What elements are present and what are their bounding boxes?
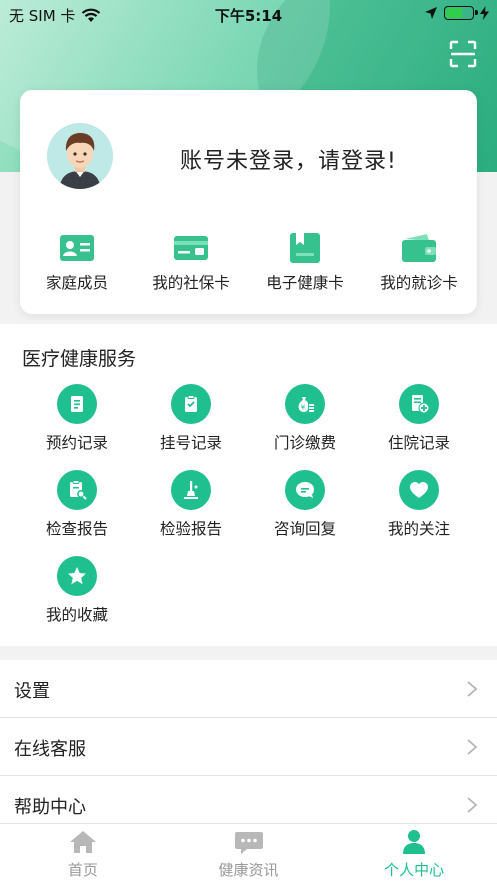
tab-label: 首页 bbox=[67, 861, 98, 879]
battery-icon bbox=[444, 6, 478, 20]
chevron-right-icon bbox=[467, 797, 478, 813]
service-label: 住院记录 bbox=[387, 434, 450, 452]
quick-link-social-security[interactable]: 我的社保卡 bbox=[134, 233, 248, 293]
scan-icon bbox=[449, 40, 477, 68]
chat-bubble-icon bbox=[285, 470, 325, 510]
tab-personal-center[interactable]: 个人中心 bbox=[331, 824, 497, 883]
service-label: 我的关注 bbox=[387, 520, 450, 538]
login-prompt[interactable]: 账号未登录，请登录! bbox=[180, 143, 397, 175]
menu-item-settings[interactable]: 设置 bbox=[0, 660, 497, 718]
svg-text:¥: ¥ bbox=[301, 404, 306, 412]
tab-bar: 首页 健康资讯 个人中心 bbox=[0, 823, 497, 883]
menu-item-online-service[interactable]: 在线客服 bbox=[0, 718, 497, 776]
social-security-card-icon bbox=[173, 233, 209, 263]
person-icon bbox=[399, 829, 429, 855]
section-title: 医疗健康服务 bbox=[22, 348, 137, 370]
location-arrow-icon bbox=[425, 7, 437, 19]
service-outpatient-payment[interactable]: ¥ 门诊缴费 bbox=[248, 384, 362, 453]
scan-button[interactable] bbox=[449, 40, 477, 68]
family-card-icon bbox=[59, 233, 95, 263]
quick-link-label: 我的就诊卡 bbox=[380, 274, 458, 292]
service-label: 我的收藏 bbox=[45, 606, 108, 624]
tab-label: 健康资讯 bbox=[218, 861, 279, 879]
avatar[interactable] bbox=[47, 123, 113, 189]
service-label: 咨询回复 bbox=[273, 520, 336, 538]
clipboard-check-icon bbox=[171, 384, 211, 424]
charging-bolt-icon bbox=[480, 6, 489, 20]
status-time: 下午5:14 bbox=[214, 7, 283, 25]
health-card-icon bbox=[287, 233, 323, 263]
profile-card: 账号未登录，请登录! 家庭成员 我的社保卡 电子健康卡 我的就诊卡 bbox=[20, 90, 477, 314]
quick-link-label: 电子健康卡 bbox=[266, 274, 344, 292]
status-right bbox=[424, 6, 489, 20]
service-label: 检验报告 bbox=[159, 520, 222, 538]
menu-item-label: 在线客服 bbox=[14, 739, 86, 760]
tab-label: 个人中心 bbox=[384, 861, 445, 879]
service-lab-reports[interactable]: 检验报告 bbox=[134, 470, 248, 539]
star-icon bbox=[57, 556, 97, 596]
service-label: 挂号记录 bbox=[159, 434, 222, 452]
service-label: 检查报告 bbox=[45, 520, 108, 538]
quick-link-health-card[interactable]: 电子健康卡 bbox=[248, 233, 362, 293]
quick-link-label: 我的社保卡 bbox=[152, 274, 230, 292]
user-avatar-icon bbox=[47, 123, 113, 189]
service-hospitalization-records[interactable]: 住院记录 bbox=[362, 384, 476, 453]
lab-flask-icon bbox=[171, 470, 211, 510]
service-consultation-replies[interactable]: 咨询回复 bbox=[248, 470, 362, 539]
visit-card-icon bbox=[401, 233, 437, 263]
menu-item-label: 设置 bbox=[14, 681, 50, 702]
chevron-right-icon bbox=[467, 681, 478, 697]
service-my-favorites[interactable]: 我的收藏 bbox=[20, 556, 134, 625]
settings-menu: 设置 在线客服 帮助中心 bbox=[0, 660, 497, 834]
service-my-follows[interactable]: 我的关注 bbox=[362, 470, 476, 539]
heart-icon bbox=[399, 470, 439, 510]
news-chat-icon bbox=[234, 829, 264, 855]
status-bar: 无 SIM 卡 下午5:14 bbox=[0, 0, 497, 30]
hospital-record-icon bbox=[399, 384, 439, 424]
home-icon bbox=[68, 829, 98, 855]
inspection-report-icon bbox=[57, 470, 97, 510]
tab-health-news[interactable]: 健康资讯 bbox=[166, 824, 332, 883]
service-inspection-reports[interactable]: 检查报告 bbox=[20, 470, 134, 539]
chevron-right-icon bbox=[467, 739, 478, 755]
quick-link-label: 家庭成员 bbox=[45, 274, 108, 292]
service-appointment-records[interactable]: 预约记录 bbox=[20, 384, 134, 453]
quick-link-visit-card[interactable]: 我的就诊卡 bbox=[362, 233, 476, 293]
service-label: 门诊缴费 bbox=[273, 434, 336, 452]
tab-home[interactable]: 首页 bbox=[0, 824, 166, 883]
quick-link-family[interactable]: 家庭成员 bbox=[20, 233, 134, 293]
menu-item-label: 帮助中心 bbox=[14, 797, 86, 818]
document-icon bbox=[57, 384, 97, 424]
health-services-section: 医疗健康服务 预约记录 挂号记录 ¥ 门诊缴费 住院记录 检查报告 检验报告 咨… bbox=[0, 324, 497, 646]
money-bag-icon: ¥ bbox=[285, 384, 325, 424]
service-label: 预约记录 bbox=[45, 434, 108, 452]
service-registration-records[interactable]: 挂号记录 bbox=[134, 384, 248, 453]
